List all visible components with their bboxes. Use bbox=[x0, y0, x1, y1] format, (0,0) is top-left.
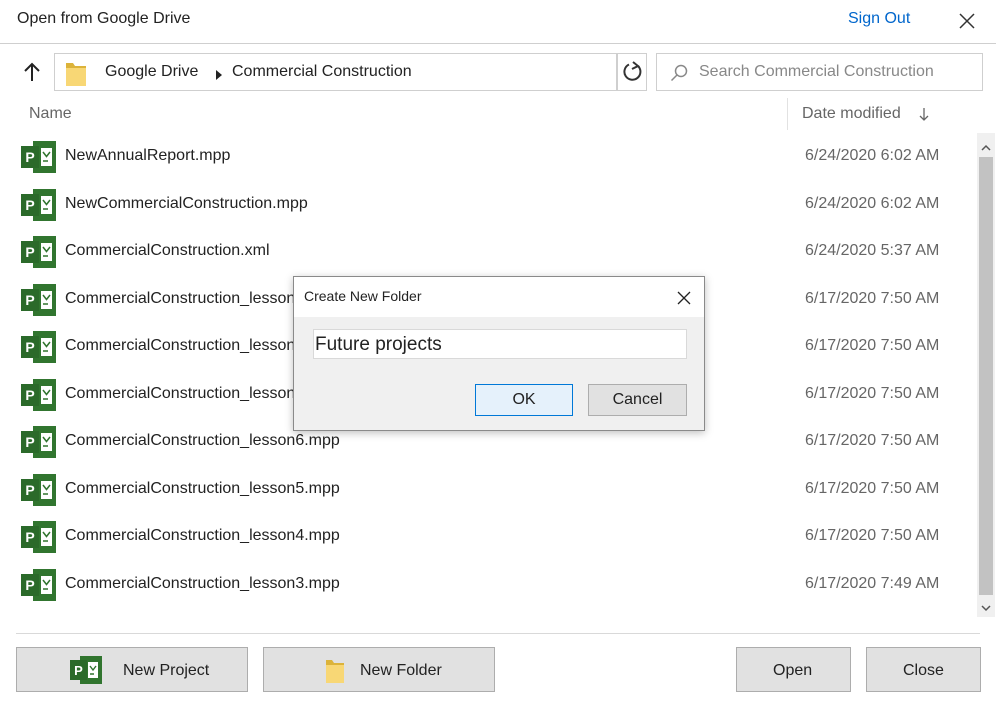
file-date-modified: 6/17/2020 7:50 AM bbox=[805, 337, 940, 354]
svg-text:P: P bbox=[25, 197, 34, 213]
dialog-titlebar: Create New Folder bbox=[294, 277, 704, 317]
project-file-icon: P bbox=[20, 424, 58, 465]
project-file-icon: P bbox=[20, 139, 58, 180]
file-name: NewAnnualReport.mpp bbox=[65, 147, 231, 164]
search-input[interactable] bbox=[699, 62, 969, 82]
sign-out-link[interactable]: Sign Out bbox=[848, 10, 910, 28]
svg-text:P: P bbox=[25, 292, 34, 308]
file-date-modified: 6/17/2020 7:50 AM bbox=[805, 384, 940, 402]
project-file-icon: P bbox=[20, 282, 58, 323]
file-date-modified: 6/24/2020 6:02 AM bbox=[805, 194, 940, 212]
file-row[interactable]: P CommercialConstruction_lesson5.mpp 6/17/… bbox=[0, 466, 976, 513]
vertical-scrollbar[interactable] bbox=[977, 133, 995, 617]
dialog-close-icon[interactable] bbox=[673, 287, 695, 309]
window-title: Open from Google Drive bbox=[17, 10, 191, 27]
close-button[interactable]: Close bbox=[866, 647, 981, 692]
file-name: CommercialConstruction_lesson5.mpp bbox=[65, 479, 340, 497]
breadcrumb-separator-icon bbox=[215, 67, 223, 85]
footer-divider bbox=[16, 633, 980, 634]
file-name: NewCommercialConstruction.mpp bbox=[65, 194, 308, 212]
new-folder-label: New Folder bbox=[360, 662, 442, 679]
project-file-icon: P bbox=[20, 472, 58, 513]
project-file-icon: P bbox=[20, 187, 58, 228]
refresh-icon[interactable] bbox=[617, 53, 647, 91]
file-date-modified: 6/17/2020 7:50 AM bbox=[805, 527, 940, 544]
file-date-modified: 6/24/2020 6:02 AM bbox=[805, 147, 940, 164]
project-file-icon: P bbox=[20, 377, 58, 418]
file-name: CommercialConstruction_lesson3.mpp bbox=[65, 574, 340, 592]
close-label: Close bbox=[903, 662, 944, 679]
file-name: CommercialConstruction_lesson6.mpp bbox=[65, 432, 340, 449]
file-row[interactable]: P CommercialConstruction_lesson4.mpp 6/17/… bbox=[0, 513, 976, 560]
svg-text:P: P bbox=[25, 434, 34, 450]
file-date-modified: 6/17/2020 7:50 AM bbox=[805, 479, 940, 497]
breadcrumb-commercial-construction[interactable]: Commercial Construction bbox=[232, 63, 412, 81]
project-file-icon: P bbox=[20, 329, 58, 370]
scroll-down-icon[interactable] bbox=[981, 599, 991, 617]
create-folder-dialog: Create New Folder OK Cancel bbox=[293, 276, 705, 431]
cancel-button[interactable]: Cancel bbox=[588, 384, 687, 416]
new-project-label: New Project bbox=[123, 662, 210, 679]
file-date-modified: 6/17/2020 7:50 AM bbox=[805, 432, 940, 449]
file-name: CommercialConstruction.xml bbox=[65, 242, 270, 259]
file-row[interactable]: P NewAnnualReport.mpp 6/24/2020 6:02 AM bbox=[0, 133, 976, 180]
project-icon: P bbox=[68, 654, 104, 691]
open-button[interactable]: Open bbox=[736, 647, 851, 692]
close-icon[interactable] bbox=[954, 8, 980, 34]
project-file-icon: P bbox=[20, 567, 58, 608]
new-project-button[interactable]: P New Project bbox=[16, 647, 248, 692]
scrollbar-thumb[interactable] bbox=[979, 157, 993, 595]
file-name: CommercialConstruction_lesson bbox=[65, 384, 296, 402]
search-box[interactable] bbox=[656, 53, 983, 91]
file-date-modified: 6/17/2020 7:49 AM bbox=[805, 574, 940, 592]
folder-icon bbox=[63, 57, 89, 94]
svg-text:P: P bbox=[25, 387, 34, 403]
up-arrow-icon[interactable] bbox=[18, 58, 46, 86]
file-name: CommercialConstruction_lesson bbox=[65, 337, 296, 354]
breadcrumb-google-drive[interactable]: Google Drive bbox=[105, 63, 198, 81]
column-header-name[interactable]: Name bbox=[29, 105, 72, 123]
svg-text:P: P bbox=[25, 482, 34, 498]
file-name: CommercialConstruction_lesson4.mpp bbox=[65, 527, 340, 544]
project-file-icon: P bbox=[20, 519, 58, 560]
file-row[interactable]: P NewCommercialConstruction.mpp 6/24/2020 … bbox=[0, 181, 976, 228]
sort-descending-icon bbox=[918, 108, 930, 127]
folder-icon bbox=[323, 654, 347, 691]
search-icon bbox=[670, 64, 688, 87]
svg-text:P: P bbox=[25, 577, 34, 593]
column-divider[interactable] bbox=[787, 98, 788, 130]
column-header-date-modified[interactable]: Date modified bbox=[802, 105, 901, 123]
svg-text:P: P bbox=[25, 149, 34, 165]
project-file-icon: P bbox=[20, 234, 58, 275]
dialog-title: Create New Folder bbox=[304, 288, 422, 304]
file-name: CommercialConstruction_lesson bbox=[65, 289, 296, 307]
folder-name-input[interactable] bbox=[313, 329, 687, 359]
svg-text:P: P bbox=[74, 663, 83, 678]
file-row[interactable]: P CommercialConstruction_lesson3.mpp 6/17/… bbox=[0, 561, 976, 608]
file-date-modified: 6/24/2020 5:37 AM bbox=[805, 242, 940, 259]
svg-text:P: P bbox=[25, 529, 34, 545]
file-row[interactable]: P CommercialConstruction.xml 6/24/2020 5:3… bbox=[0, 228, 976, 275]
title-divider bbox=[0, 43, 996, 44]
svg-text:P: P bbox=[25, 244, 34, 260]
scroll-up-icon[interactable] bbox=[981, 139, 991, 157]
open-label: Open bbox=[773, 662, 813, 679]
ok-button[interactable]: OK bbox=[475, 384, 573, 416]
new-folder-button[interactable]: New Folder bbox=[263, 647, 495, 692]
svg-text:P: P bbox=[25, 339, 34, 355]
file-date-modified: 6/17/2020 7:50 AM bbox=[805, 289, 940, 307]
address-bar[interactable]: Google Drive Commercial Construction bbox=[54, 53, 617, 91]
